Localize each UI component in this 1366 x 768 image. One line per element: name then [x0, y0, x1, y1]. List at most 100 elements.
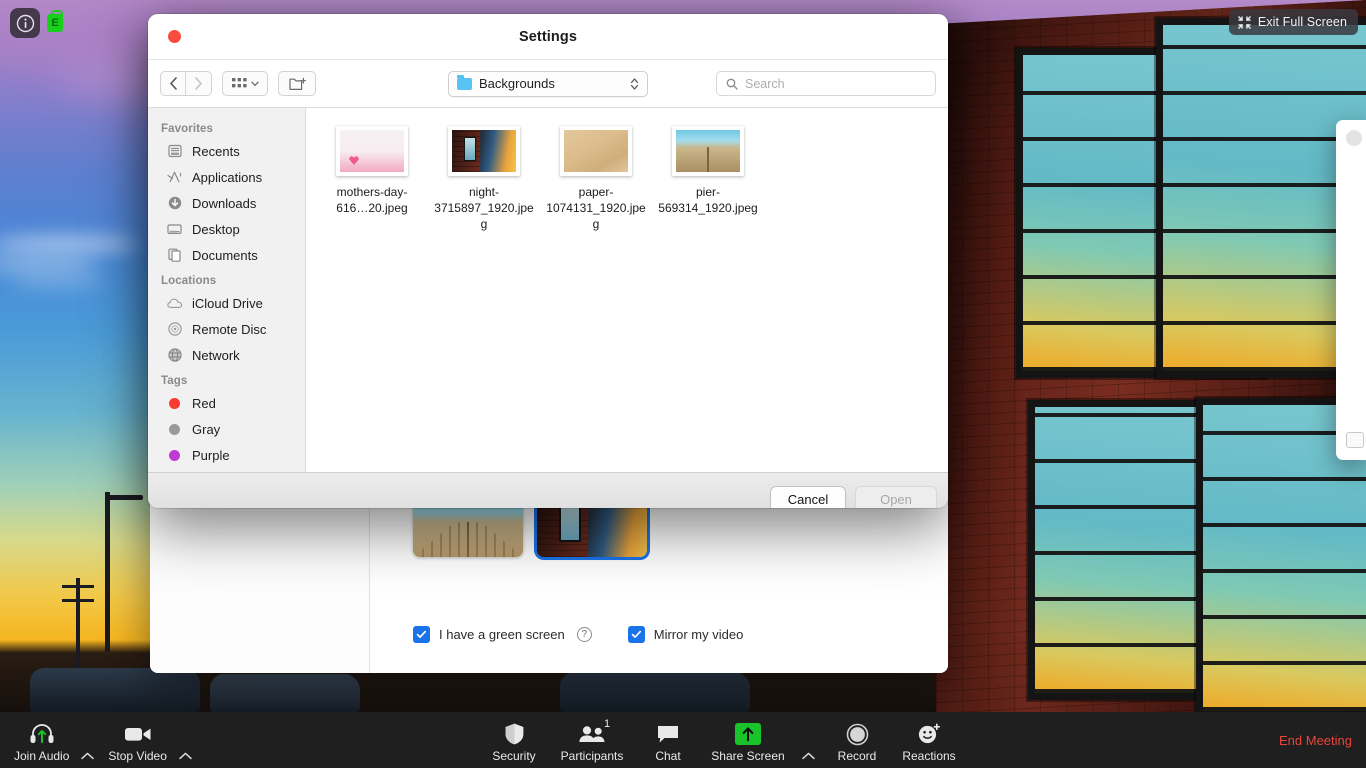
exit-full-screen-label: Exit Full Screen [1257, 15, 1347, 29]
audio-options-caret-icon[interactable] [73, 752, 102, 763]
security-button[interactable]: Security [480, 717, 548, 763]
sidebar-item-desktop[interactable]: Desktop [148, 216, 305, 242]
desktop-monitor-icon [166, 223, 183, 236]
dialog-sidebar: Favorites Recents Applications Downloads… [148, 108, 306, 472]
new-folder-icon [288, 77, 306, 90]
file-open-dialog: Settings Backgrounds Search Favorites Re… [148, 14, 948, 508]
participants-people-icon [578, 721, 606, 747]
share-screen-up-arrow-icon [735, 721, 761, 747]
record-button[interactable]: Record [823, 717, 891, 763]
parked-car [210, 674, 360, 712]
zoom-meeting-toolbar: Join Audio Stop Video Security 1 Partici… [0, 712, 1366, 768]
contract-arrows-icon [1237, 15, 1251, 29]
path-popup-button[interactable]: Backgrounds [448, 70, 648, 97]
tag-dot-icon [166, 449, 183, 461]
exit-full-screen-button[interactable]: Exit Full Screen [1228, 9, 1358, 35]
back-button[interactable] [161, 72, 186, 95]
stepper-up-down-icon [630, 77, 639, 90]
screen-overlay-indicators: E [10, 8, 63, 38]
sidebar-item-recents[interactable]: Recents [148, 138, 305, 164]
sidebar-label: Red [192, 395, 216, 411]
sidebar-label: Recents [192, 143, 240, 159]
parked-car [560, 672, 750, 712]
video-camera-icon [124, 721, 152, 747]
background-window-peek[interactable] [1336, 120, 1366, 460]
forward-button[interactable] [186, 72, 211, 95]
new-folder-button[interactable] [278, 71, 316, 96]
sidebar-item-tag-purple[interactable]: Purple [148, 442, 305, 468]
dialog-toolbar: Backgrounds Search [148, 60, 948, 108]
sidebar-item-applications[interactable]: Applications [148, 164, 305, 190]
sidebar-item-documents[interactable]: Documents [148, 242, 305, 268]
tag-dot-icon [166, 423, 183, 435]
green-screen-label: I have a green screen [439, 627, 565, 642]
cancel-button[interactable]: Cancel [770, 486, 846, 508]
street-lamp-post [105, 492, 110, 652]
search-placeholder: Search [745, 76, 785, 91]
dialog-title: Settings [519, 28, 577, 45]
sidebar-item-tag-gray[interactable]: Gray [148, 416, 305, 442]
file-name: paper-1074131_1920.jpeg [546, 185, 646, 231]
share-screen-options-caret-icon[interactable] [794, 752, 823, 763]
pier-thumb [676, 130, 740, 172]
building-window [1156, 18, 1366, 378]
mirror-video-label: Mirror my video [653, 627, 744, 642]
sidebar-item-network[interactable]: Network [148, 342, 305, 368]
file-thumbnail [336, 126, 408, 176]
shield-icon [504, 721, 525, 747]
green-screen-checkbox[interactable] [413, 626, 430, 643]
file-name: mothers-day-616…20.jpeg [336, 185, 408, 215]
sidebar-label: Gray [192, 421, 221, 437]
documents-pages-icon [166, 248, 183, 262]
disc-icon [166, 322, 183, 336]
recents-clock-icon [166, 144, 183, 158]
headset-join-audio-icon [29, 721, 55, 747]
file-name: pier-569314_1920.jpeg [658, 185, 758, 215]
open-button[interactable]: Open [855, 486, 937, 508]
sidebar-heading-favorites: Favorites [161, 123, 214, 135]
sidebar-label: Applications [192, 169, 263, 185]
toolbar-label: Chat [655, 749, 681, 763]
toolbar-label: Stop Video [108, 749, 167, 763]
share-screen-button[interactable]: Share Screen [700, 717, 796, 763]
sidebar-label: Network [192, 347, 240, 363]
video-options-caret-icon[interactable] [171, 752, 200, 763]
participants-button[interactable]: 1 Participants [548, 717, 636, 763]
toolbar-label: Participants [560, 749, 624, 763]
sidebar-label: Downloads [192, 195, 257, 211]
file-item[interactable]: mothers-day-616…20.jpeg [316, 122, 428, 232]
toolbar-label: Join Audio [14, 749, 70, 763]
sidebar-item-downloads[interactable]: Downloads [148, 190, 305, 216]
info-circle-icon[interactable] [10, 8, 40, 38]
close-button[interactable] [168, 30, 181, 43]
telephone-pole-arm [62, 585, 94, 588]
chat-button[interactable]: Chat [636, 717, 700, 763]
sidebar-label: Remote Disc [192, 321, 267, 337]
mirror-video-checkbox[interactable] [627, 626, 645, 643]
toolbar-center-group: Security 1 Participants Chat Share Scree… [480, 717, 967, 763]
file-browser-grid: mothers-day-616…20.jpeg night-3715897_19… [306, 108, 948, 472]
dialog-footer: Cancel Open [148, 472, 948, 508]
search-icon [726, 78, 738, 90]
view-mode-button[interactable] [222, 71, 268, 96]
search-field[interactable]: Search [716, 71, 936, 96]
end-meeting-button[interactable]: End Meeting [1279, 733, 1352, 748]
sidebar-item-tag-red[interactable]: Red [148, 390, 305, 416]
checkmark-icon [416, 630, 427, 638]
join-audio-button[interactable]: Join Audio [8, 717, 75, 763]
file-item[interactable]: night-3715897_1920.jpeg [428, 122, 540, 232]
toolbar-label: Reactions [902, 749, 956, 763]
stop-video-button[interactable]: Stop Video [102, 717, 173, 763]
tag-dot-icon [166, 397, 183, 409]
file-item[interactable]: pier-569314_1920.jpeg [652, 122, 764, 232]
help-question-icon[interactable]: ? [576, 627, 592, 642]
folder-icon [457, 74, 472, 90]
dialog-main: Favorites Recents Applications Downloads… [148, 108, 948, 472]
file-name: night-3715897_1920.jpeg [434, 185, 534, 231]
sidebar-item-icloud-drive[interactable]: iCloud Drive [148, 290, 305, 316]
reactions-smiley-plus-icon [917, 721, 941, 747]
sidebar-item-remote-disc[interactable]: Remote Disc [148, 316, 305, 342]
reactions-button[interactable]: Reactions [891, 717, 967, 763]
parked-car [30, 668, 200, 712]
file-item[interactable]: paper-1074131_1920.jpeg [540, 122, 652, 232]
